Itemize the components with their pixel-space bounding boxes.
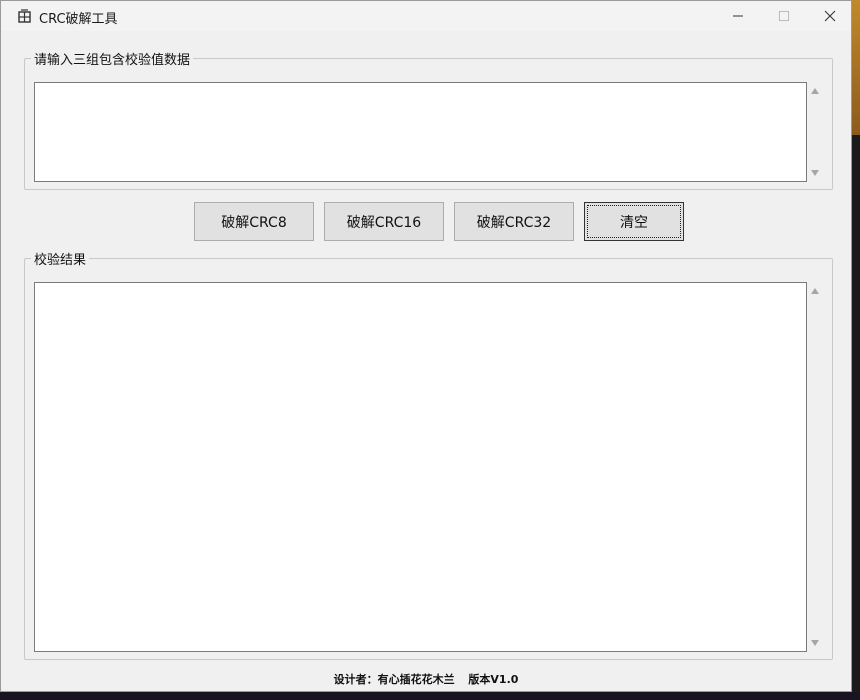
- desktop-background-right: [852, 0, 860, 700]
- clear-button[interactable]: 清空: [584, 202, 684, 241]
- result-textarea[interactable]: [34, 282, 807, 652]
- result-group-legend: 校验结果: [34, 253, 87, 268]
- maximize-icon: [779, 11, 789, 21]
- version-label: 版本V1.0: [468, 673, 519, 686]
- crack-crc16-button[interactable]: 破解CRC16: [324, 202, 444, 241]
- maximize-button[interactable]: [761, 1, 807, 31]
- app-icon: [18, 9, 31, 23]
- crack-crc8-button[interactable]: 破解CRC8: [194, 202, 314, 241]
- desktop-background-bottom: [0, 692, 860, 700]
- designer-label: 设计者：有心插花花木兰: [333, 673, 455, 686]
- input-textarea[interactable]: [34, 82, 807, 182]
- status-footer: 设计者：有心插花花木兰 版本V1.0: [1, 671, 851, 691]
- scroll-up-arrow-icon[interactable]: [811, 288, 819, 294]
- scroll-down-arrow-icon[interactable]: [811, 170, 819, 176]
- crack-crc32-button[interactable]: 破解CRC32: [454, 202, 574, 241]
- result-scrollbar[interactable]: [807, 282, 824, 652]
- app-window: CRC破解工具 请输入三组包含校验值数据 破解CRC8 破解CRC16 破解CR…: [0, 0, 852, 692]
- scroll-up-arrow-icon[interactable]: [811, 88, 819, 94]
- close-button[interactable]: [807, 1, 853, 31]
- title-bar[interactable]: CRC破解工具: [1, 1, 851, 31]
- close-icon: [824, 10, 836, 22]
- input-group-legend: 请输入三组包含校验值数据: [34, 53, 191, 68]
- scroll-down-arrow-icon[interactable]: [811, 640, 819, 646]
- minimize-icon: [733, 15, 743, 17]
- minimize-button[interactable]: [715, 1, 761, 31]
- desktop-wallpaper-strip: [852, 0, 860, 135]
- input-scrollbar[interactable]: [807, 82, 824, 182]
- window-title: CRC破解工具: [39, 12, 118, 27]
